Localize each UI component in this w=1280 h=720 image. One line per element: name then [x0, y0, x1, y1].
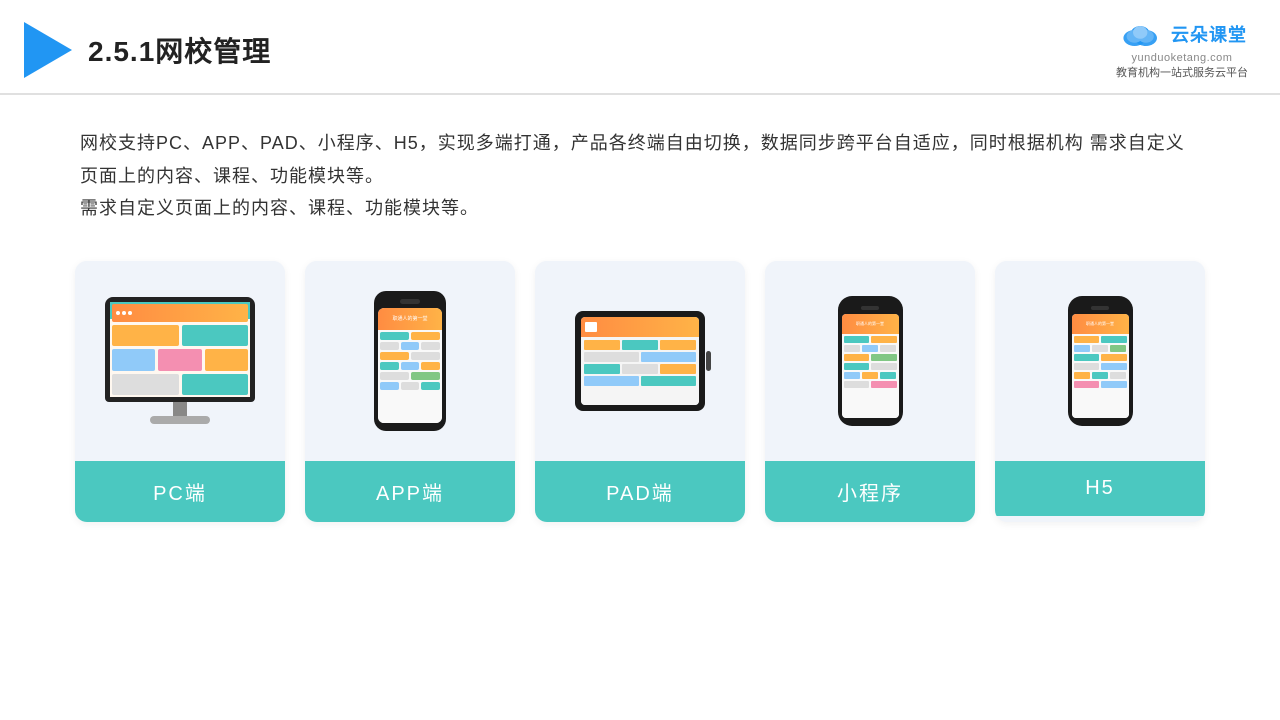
- card-pad: PAD端: [535, 261, 745, 522]
- card-h5-image: 职通人的第一堂: [995, 261, 1205, 461]
- header: 2.5.1网校管理 云朵课堂 yunduoketang.com 教育机构一站式服…: [0, 0, 1280, 95]
- card-h5-label: H5: [995, 461, 1205, 516]
- card-miniapp-image: 职通人的第一堂: [765, 261, 975, 461]
- brand-url: yunduoketang.com: [1132, 52, 1233, 64]
- description-text: 网校支持PC、APP、PAD、小程序、H5，实现多端打通，产品各终端自由切换，数…: [0, 95, 1280, 240]
- card-app: 职通人的第一堂: [305, 261, 515, 522]
- card-miniapp: 职通人的第一堂: [765, 261, 975, 522]
- card-miniapp-label: 小程序: [765, 461, 975, 522]
- header-left: 2.5.1网校管理: [24, 22, 271, 78]
- header-right: 云朵课堂 yunduoketang.com 教育机构一站式服务云平台: [1116, 18, 1248, 81]
- card-app-image: 职通人的第一堂: [305, 261, 515, 461]
- brand-name: 云朵课堂: [1171, 21, 1247, 47]
- card-pad-label: PAD端: [535, 461, 745, 522]
- card-pc-label: PC端: [75, 461, 285, 522]
- h5-phone-icon: 职通人的第一堂: [1068, 296, 1133, 426]
- card-app-label: APP端: [305, 461, 515, 522]
- brand-logo: 云朵课堂: [1117, 18, 1247, 50]
- app-phone-icon: 职通人的第一堂: [374, 291, 446, 431]
- page-title: 2.5.1网校管理: [88, 30, 271, 70]
- brand-subtitle: 教育机构一站式服务云平台: [1116, 66, 1248, 81]
- card-h5: 职通人的第一堂: [995, 261, 1205, 522]
- cloud-icon: [1117, 18, 1165, 50]
- cards-container: PC端 职通人的第一堂: [0, 241, 1280, 542]
- card-pc-image: [75, 261, 285, 461]
- pad-device-icon: [575, 311, 705, 411]
- logo-triangle-icon: [24, 22, 72, 78]
- card-pad-image: [535, 261, 745, 461]
- miniapp-phone-icon: 职通人的第一堂: [838, 296, 903, 426]
- card-pc: PC端: [75, 261, 285, 522]
- pc-monitor-icon: [105, 297, 255, 424]
